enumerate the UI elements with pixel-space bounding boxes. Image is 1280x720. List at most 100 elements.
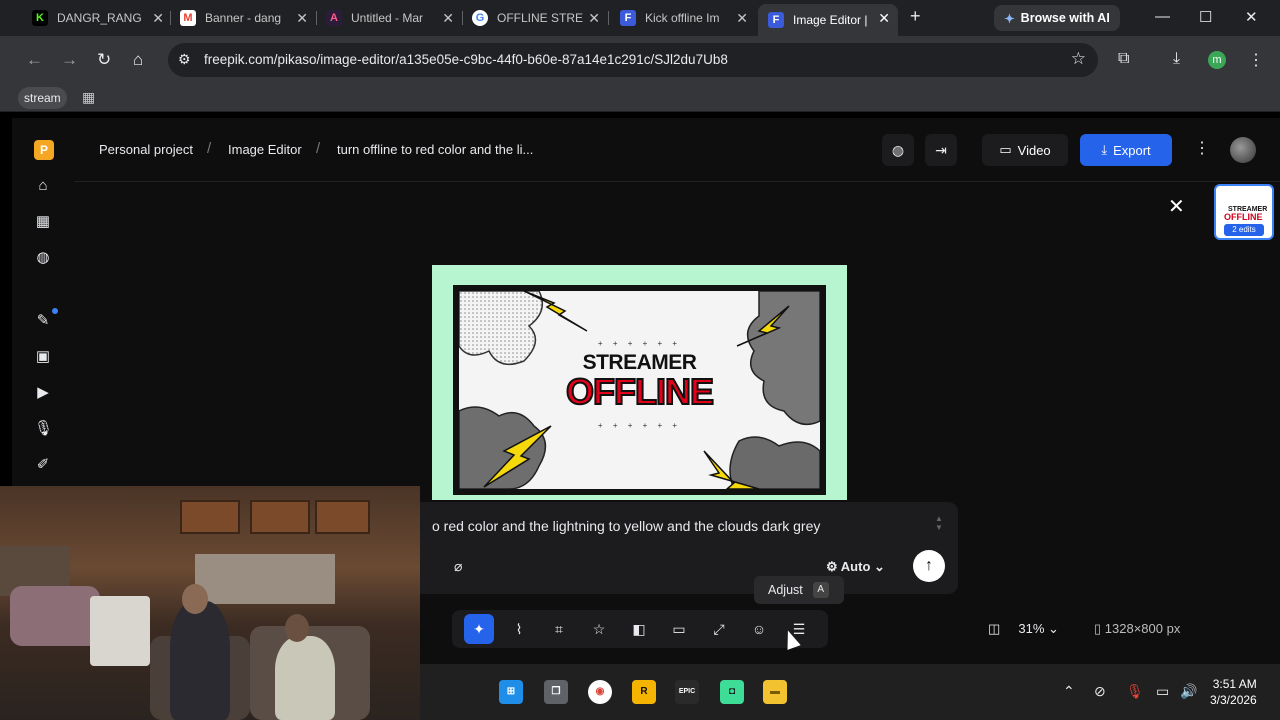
home-icon[interactable]: ⌂ <box>133 50 143 70</box>
tray-overflow-icon[interactable]: ⌃ <box>1063 683 1075 700</box>
crop-tool[interactable]: ⌗ <box>544 614 574 644</box>
freepik-logo[interactable]: P <box>34 140 54 160</box>
send-prompt-button[interactable]: ↑ <box>913 550 945 582</box>
epic-games-icon[interactable]: EPIC <box>675 680 699 704</box>
volume-icon[interactable]: 🔊 <box>1180 683 1197 700</box>
prompt-box[interactable]: o red color and the lightning to yellow … <box>412 502 958 594</box>
image-icon[interactable]: ▣ <box>34 348 52 366</box>
breadcrumb-image-editor[interactable]: Image Editor <box>228 142 302 157</box>
tab-kick-offline[interactable]: F Kick offline Im ✕ <box>610 4 756 32</box>
browse-ai-label: Browse with AI <box>1020 11 1110 25</box>
cabinet <box>180 500 240 534</box>
enhance-tool[interactable]: ☆ <box>584 614 614 644</box>
network-icon[interactable]: ▭ <box>1156 683 1169 700</box>
chrome-menu-icon[interactable]: ⋮ <box>1248 50 1264 70</box>
close-tab-icon[interactable]: ✕ <box>878 10 890 27</box>
close-tab-icon[interactable]: ✕ <box>152 10 164 27</box>
video-camera-icon: ▭ <box>999 142 1012 157</box>
home-icon[interactable]: ⌂ <box>34 177 52 195</box>
no-sync-icon[interactable]: ⊘ <box>1094 683 1106 700</box>
tab-label: OFFLINE STRE <box>497 11 583 25</box>
attach-icon[interactable]: ⌀ <box>454 558 462 575</box>
crop-icon: ⌗ <box>555 621 563 637</box>
close-tab-icon[interactable]: ✕ <box>442 10 454 27</box>
tab-search-icon[interactable]: ⧉ <box>1118 50 1129 68</box>
microphone-icon[interactable]: 🎙 <box>34 420 53 438</box>
tab-label: DANGR_RANG <box>57 11 142 25</box>
grid-icon[interactable]: ▦ <box>34 213 52 231</box>
ai-edit-tool[interactable]: ✦ <box>464 614 494 644</box>
globe-button[interactable]: ◍ <box>882 134 914 166</box>
screen: K DANGR_RANG ✕ M Banner - dang ✕ A Untit… <box>0 0 1280 720</box>
canvas-image[interactable]: + + + + + + STREAMER OFFLINE + + + + + + <box>432 265 847 500</box>
close-window-icon[interactable]: ✕ <box>1245 8 1258 26</box>
tab-untitled[interactable]: A Untitled - Mar ✕ <box>316 4 462 32</box>
appliance <box>90 596 150 666</box>
edit-icon[interactable]: ✐ <box>34 456 52 474</box>
globe-icon[interactable]: ◍ <box>34 249 52 267</box>
compare-tool[interactable]: ◧ <box>624 614 654 644</box>
close-tab-icon[interactable]: ✕ <box>736 10 748 27</box>
person-head <box>285 614 309 642</box>
bookmark-stream[interactable]: stream <box>18 87 67 109</box>
tab-divider <box>608 11 609 25</box>
export-label: Export <box>1113 142 1151 158</box>
export-button[interactable]: ⤓ Export <box>1080 134 1172 166</box>
video-button[interactable]: ▭ Video <box>982 134 1068 166</box>
task-view-icon[interactable]: ❐ <box>544 680 568 704</box>
new-tab-icon[interactable]: + <box>910 6 921 27</box>
video-camera-icon[interactable]: ▶ <box>34 384 52 402</box>
webcam-overlay <box>0 486 420 720</box>
close-tab-icon[interactable]: ✕ <box>588 10 600 27</box>
windows-start-icon[interactable]: ⊞ <box>499 680 523 704</box>
user-avatar[interactable] <box>1230 137 1256 163</box>
bookmarks-bar: stream ▦ <box>0 84 1280 112</box>
address-bar[interactable]: ⚙ freepik.com/pikaso/image-editor/a135e0… <box>168 43 1098 77</box>
app-icon[interactable]: ◘ <box>720 680 744 704</box>
retouch-tool[interactable]: ⌇ <box>504 614 534 644</box>
apps-grid-icon[interactable]: ▦ <box>82 89 95 106</box>
breadcrumb-separator: / <box>207 140 212 157</box>
forward-icon[interactable]: → <box>61 50 78 70</box>
maximize-icon[interactable]: ☐ <box>1199 8 1212 26</box>
more-options-icon[interactable]: ⋮ <box>1194 138 1210 158</box>
expand-tool[interactable]: ⤢ <box>704 614 734 644</box>
chrome-icon[interactable]: ◉ <box>588 680 612 704</box>
back-icon[interactable]: ← <box>26 50 43 70</box>
microphone-icon[interactable]: 🎙 <box>1126 683 1144 700</box>
rockstar-icon[interactable]: R <box>632 680 656 704</box>
scroll-arrows-icon[interactable]: ▲ ▼ <box>935 514 943 532</box>
breadcrumb-project[interactable]: Personal project <box>99 142 193 157</box>
zoom-control[interactable]: ◫ 31% ⌄ <box>988 621 1059 637</box>
face-tool[interactable]: ☺ <box>744 614 774 644</box>
gmail-favicon-icon: M <box>180 10 196 26</box>
file-explorer-icon[interactable]: ▬ <box>763 680 787 704</box>
tab-offline-stream[interactable]: G OFFLINE STRE ✕ <box>462 4 608 32</box>
history-thumbnail[interactable]: STREAMER OFFLINE 2 edits <box>1214 184 1274 240</box>
editor-header: Personal project / Image Editor / turn o… <box>74 118 1280 182</box>
minimize-icon[interactable]: — <box>1155 8 1170 25</box>
banner-title-offline: OFFLINE <box>565 370 715 413</box>
bookmark-star-icon[interactable]: ☆ <box>1071 49 1086 69</box>
system-clock[interactable]: 3:51 AM 3/3/2026 <box>1210 676 1257 708</box>
tab-image-editor[interactable]: F Image Editor | ✕ <box>758 4 898 36</box>
close-tab-icon[interactable]: ✕ <box>296 10 308 27</box>
site-info-icon[interactable]: ⚙ <box>178 51 191 68</box>
tab-banner[interactable]: M Banner - dang ✕ <box>170 4 316 32</box>
freepik-favicon-icon: F <box>768 12 784 28</box>
close-editor-icon[interactable]: ✕ <box>1168 194 1185 219</box>
browser-tab-strip: K DANGR_RANG ✕ M Banner - dang ✕ A Untit… <box>0 0 1280 36</box>
person-head <box>182 584 208 614</box>
profile-avatar[interactable]: m <box>1208 51 1226 69</box>
browse-with-ai-button[interactable]: ✦ Browse with AI <box>994 5 1120 31</box>
model-select[interactable]: ⚙ Auto ⌄ <box>826 559 885 575</box>
reload-icon[interactable]: ↻ <box>97 50 111 70</box>
tab-dangr[interactable]: K DANGR_RANG ✕ <box>22 4 172 32</box>
move-to-folder-button[interactable]: ⇥ <box>925 134 957 166</box>
url-text[interactable]: freepik.com/pikaso/image-editor/a135e05e… <box>204 52 728 67</box>
prompt-input[interactable]: o red color and the lightning to yellow … <box>432 518 820 534</box>
download-icon[interactable]: ⤓ <box>1173 50 1180 68</box>
offline-banner: + + + + + + STREAMER OFFLINE + + + + + + <box>453 285 826 495</box>
brush-icon[interactable]: ✎ <box>34 312 52 330</box>
camera-tool[interactable]: ▭ <box>664 614 694 644</box>
